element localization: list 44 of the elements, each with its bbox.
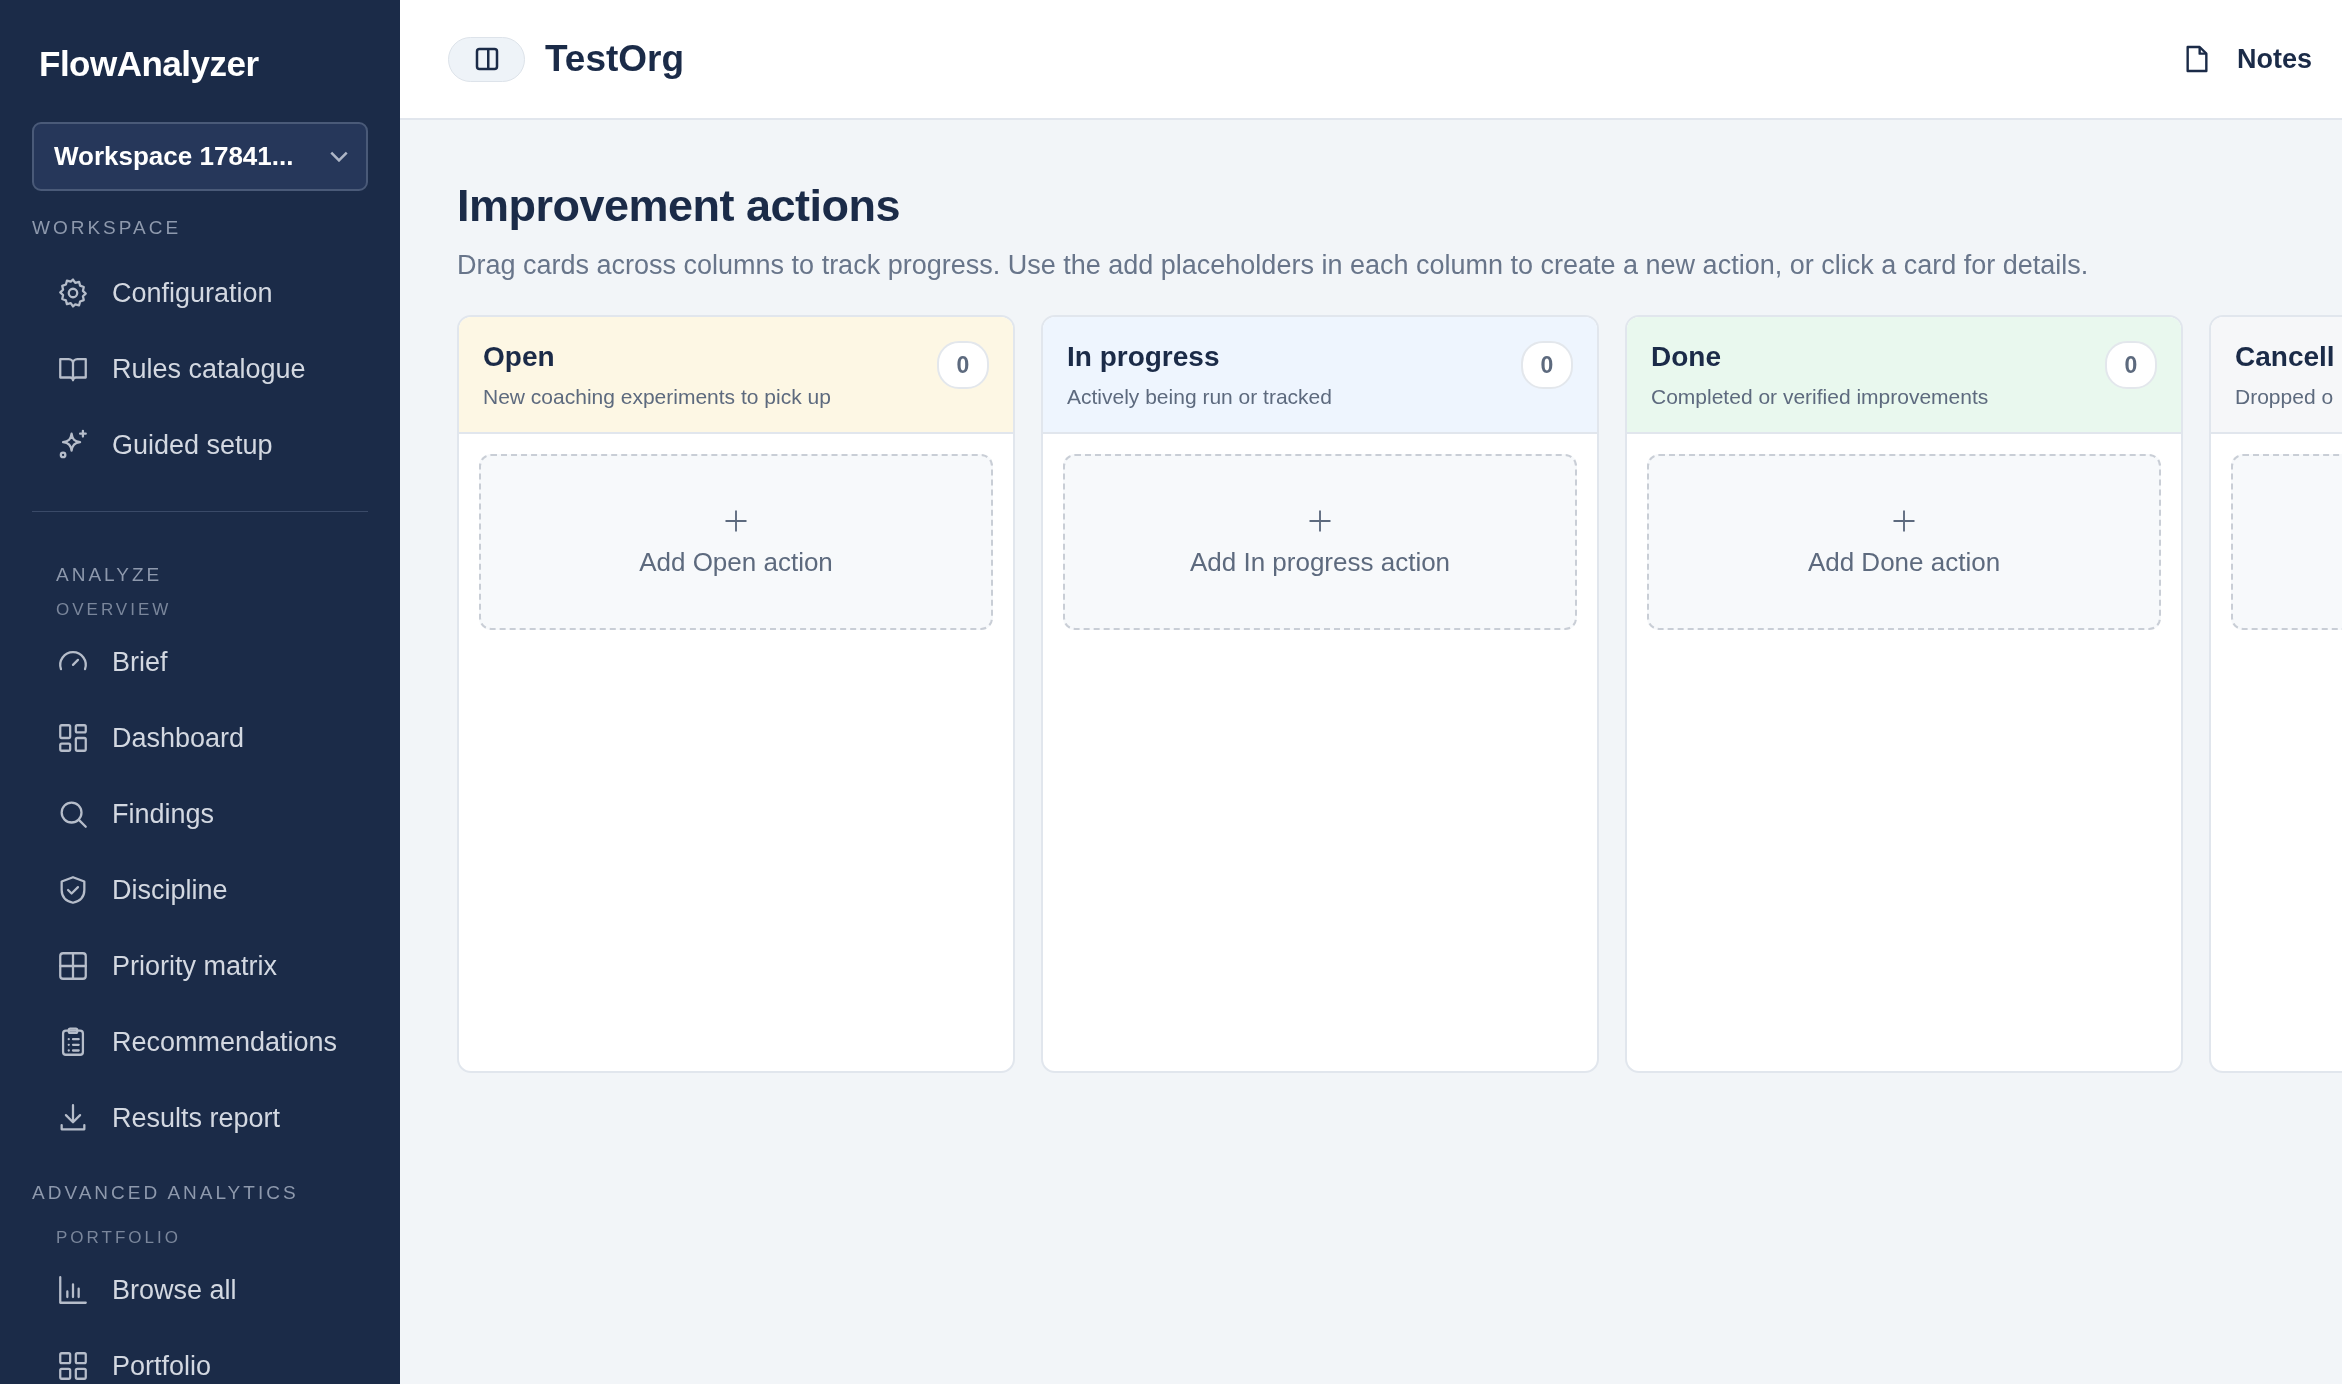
- section-label: WORKSPACE: [32, 217, 183, 239]
- add-action-placeholder[interactable]: Add Done action: [1647, 454, 2161, 630]
- app-logo-text: FlowAnalyzer: [39, 44, 260, 84]
- column-subtitle: New coaching experiments to pick up: [483, 385, 832, 409]
- add-action-placeholder[interactable]: Add In progress action: [1063, 454, 1577, 630]
- column-title: Open: [483, 341, 556, 373]
- nav-item[interactable]: Rules catalogue: [32, 331, 368, 407]
- page-title: Improvement actions: [457, 180, 902, 232]
- subsection-label: PORTFOLIO: [55, 1228, 182, 1248]
- org-title: TestOrg: [545, 38, 685, 80]
- notes-button[interactable]: Notes: [2181, 43, 2312, 75]
- page-description: Drag cards across columns to track progress. Use the add placeholders in each column to create a new action, or click a card for details.: [457, 250, 2090, 281]
- nav-item[interactable]: Configuration: [32, 255, 368, 331]
- nav-item[interactable]: Findings: [32, 776, 368, 852]
- nav-item[interactable]: Recommendations: [32, 1004, 368, 1080]
- nav-item[interactable]: Discipline: [32, 852, 368, 928]
- nav-item[interactable]: Guided setup: [32, 407, 368, 483]
- chevron-down-icon: [330, 151, 348, 162]
- column-subtitle: Completed or verified improvements: [1651, 385, 1990, 409]
- workspace-dropdown[interactable]: Workspace 17841...: [32, 122, 368, 191]
- dashboard-icon: [56, 721, 90, 755]
- column-subtitle: Dropped o: [2235, 385, 2335, 409]
- nav-item[interactable]: Brief: [32, 624, 368, 700]
- subsection-label: OVERVIEW: [55, 600, 173, 620]
- count-badge: 0: [2105, 341, 2157, 389]
- nav-item[interactable]: Browse all: [32, 1252, 368, 1328]
- sidebar-toggle-button[interactable]: [448, 36, 525, 82]
- nav-item[interactable]: Dashboard: [32, 700, 368, 776]
- add-action-placeholder[interactable]: Add Open action: [479, 454, 993, 630]
- nav-item[interactable]: Results report: [32, 1080, 368, 1156]
- column-subtitle: Actively being run or tracked: [1067, 385, 1333, 409]
- column-title: Cancell: [2235, 341, 2336, 373]
- section-label: ANALYZE: [55, 564, 164, 586]
- squares-icon: [56, 1349, 90, 1383]
- gear-icon: [56, 276, 90, 310]
- count-badge: 0: [1521, 341, 1573, 389]
- column-title: In progress: [1067, 341, 1221, 373]
- column-title: Done: [1651, 341, 1722, 373]
- nav-item[interactable]: Priority matrix: [32, 928, 368, 1004]
- section-label: ADVANCED ANALYTICS: [32, 1182, 300, 1204]
- bar-chart-icon: [56, 1273, 90, 1307]
- grid-icon: [56, 949, 90, 983]
- nav-item[interactable]: Portfolio: [32, 1328, 368, 1384]
- count-badge: 0: [937, 341, 989, 389]
